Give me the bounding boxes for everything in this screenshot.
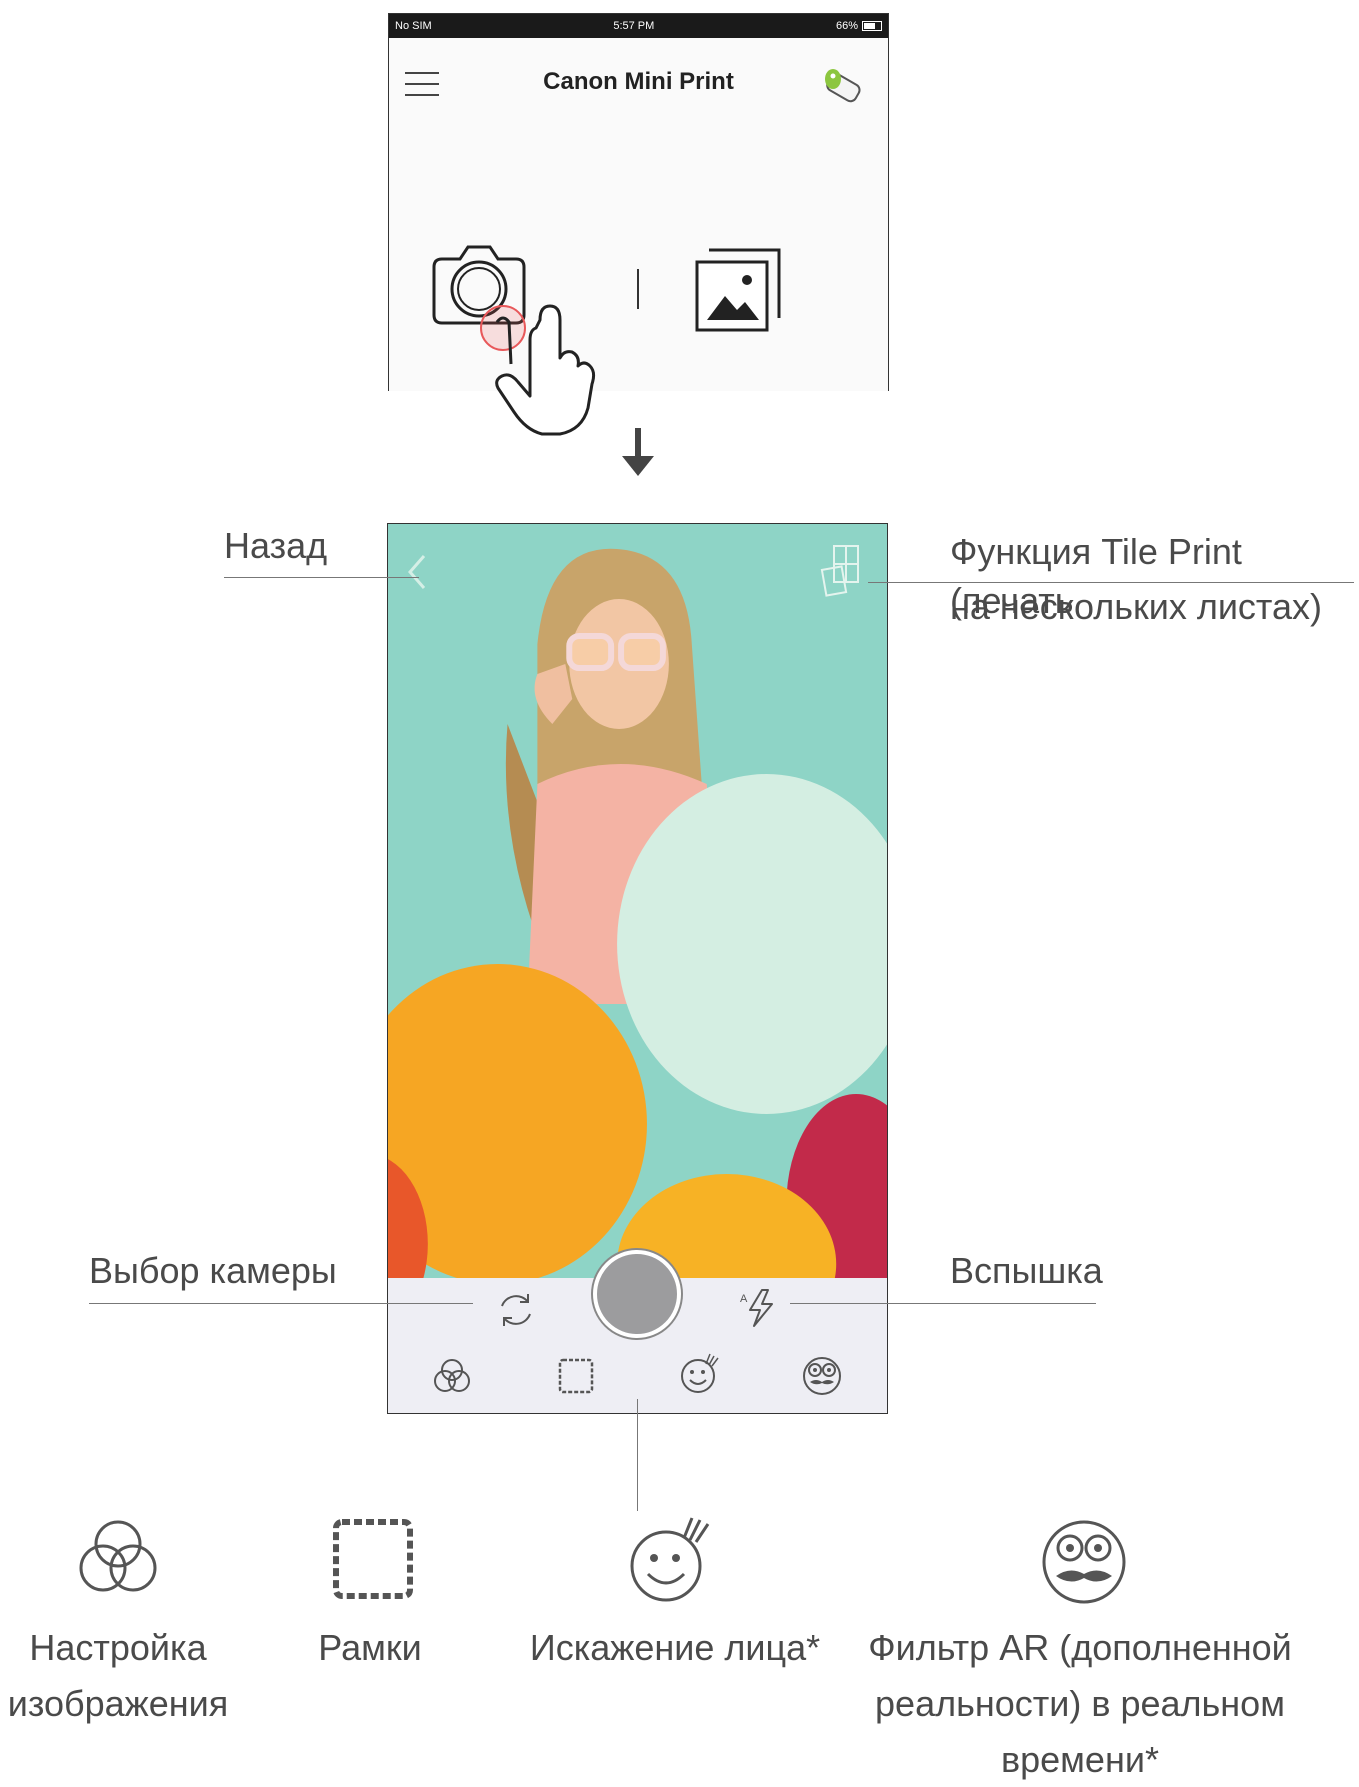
feature-label-line: Настройка <box>29 1627 207 1668</box>
annotation-camera-select: Выбор камеры <box>89 1250 337 1291</box>
camera-screen: A <box>387 523 888 1414</box>
gallery-icon[interactable] <box>687 240 787 340</box>
shutter-button[interactable] <box>593 1250 681 1338</box>
ar-filter-icon[interactable] <box>798 1352 846 1400</box>
feature-label-line: Искажение лица* <box>529 1627 821 1668</box>
annotation-flash: Вспышка <box>950 1250 1103 1291</box>
divider <box>637 269 639 309</box>
feature-label-face-warp: Искажение лица* <box>515 1620 835 1676</box>
annotation-line <box>637 1399 638 1511</box>
feature-label-line: изображения <box>7 1682 229 1724</box>
flip-camera-icon[interactable] <box>494 1288 538 1332</box>
tap-hand-icon <box>495 304 596 436</box>
clock: 5:57 PM <box>613 20 655 32</box>
flash-auto-icon[interactable]: A <box>738 1286 782 1330</box>
back-chevron-icon[interactable] <box>404 552 430 592</box>
arrow-down-icon <box>622 428 654 476</box>
feature-label-ar-filter: Фильтр AR (дополненной реальности) в реа… <box>860 1620 1300 1787</box>
frames-icon[interactable] <box>554 1354 598 1398</box>
app-title: Canon Mini Print <box>543 68 734 95</box>
tile-print-icon[interactable] <box>820 542 864 598</box>
feature-label-line: реальности) в реальном <box>875 1682 1285 1724</box>
camera-preview <box>388 524 887 1278</box>
frames-icon <box>333 1519 413 1599</box>
annotation-back: Назад <box>224 525 328 566</box>
feature-label-frames: Рамки <box>290 1620 450 1676</box>
annotation-line <box>790 1303 1096 1304</box>
svg-text:A: A <box>740 1293 748 1305</box>
annotation-line <box>89 1303 473 1304</box>
annotation-line <box>224 577 419 578</box>
image-adjust-icon <box>79 1520 157 1592</box>
battery-percent: 66% <box>835 20 858 32</box>
annotation-tile-print-line2: на нескольких листах) <box>950 586 1323 627</box>
camera-toolbar: A <box>388 1250 887 1413</box>
battery-icon <box>862 21 882 31</box>
feature-label-line: Фильтр AR (дополненной <box>868 1627 1292 1668</box>
feature-label-image-adjust: Настройка изображения <box>0 1620 236 1732</box>
feature-label-line: времени* <box>1001 1738 1159 1780</box>
carrier-label: No SIM <box>395 20 432 32</box>
face-warp-icon[interactable] <box>676 1350 724 1398</box>
status-bar: No SIM 5:57 PM 66% <box>389 14 888 38</box>
printer-icon[interactable] <box>817 64 867 108</box>
home-screen: No SIM 5:57 PM 66% Canon Mini Print <box>388 13 889 391</box>
face-warp-icon <box>630 1517 710 1602</box>
annotation-line <box>868 582 1354 583</box>
feature-label-line: Рамки <box>318 1627 422 1668</box>
ar-filter-icon <box>1042 1520 1126 1604</box>
image-adjust-icon[interactable] <box>430 1354 474 1398</box>
